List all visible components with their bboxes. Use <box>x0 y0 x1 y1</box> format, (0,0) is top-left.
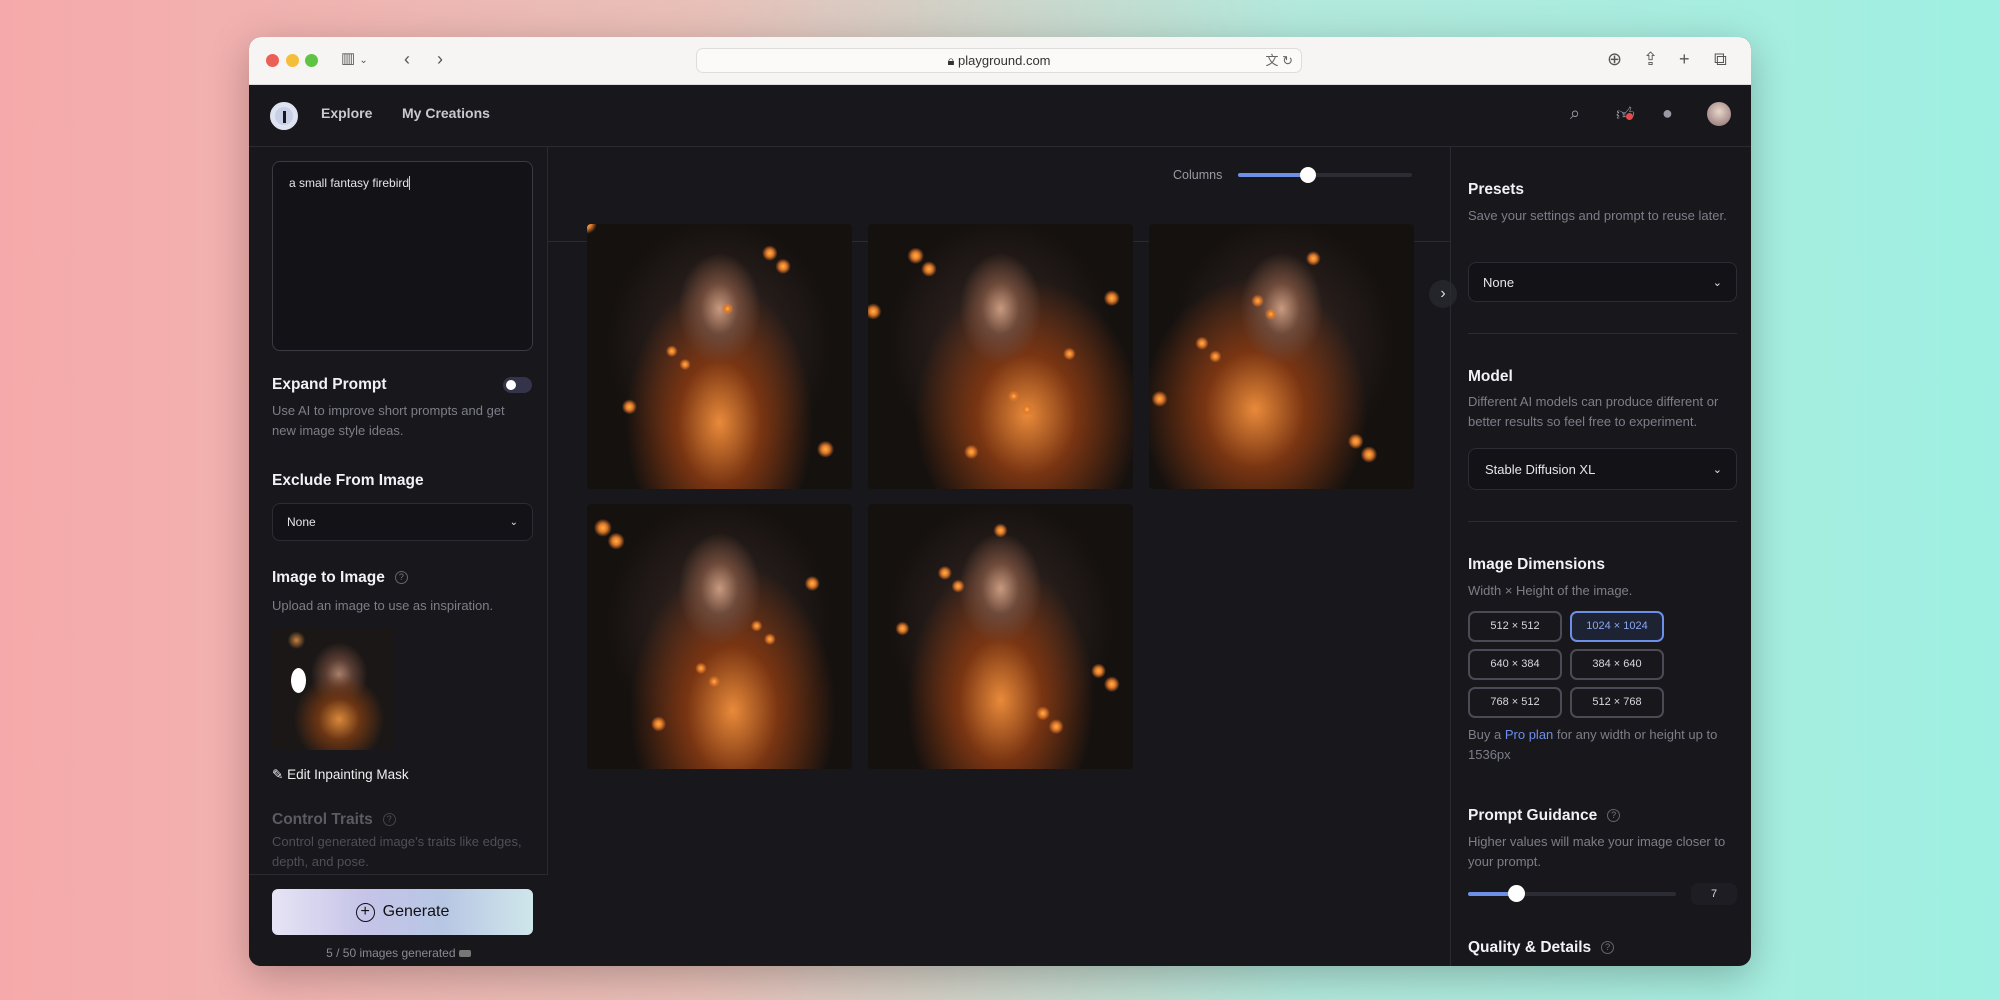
dimension-option[interactable]: 1024 × 1024 <box>1570 611 1664 642</box>
new-tab-icon[interactable]: + <box>1679 49 1690 70</box>
exclude-value: None <box>287 515 316 529</box>
generate-button[interactable]: + Generate <box>272 889 533 935</box>
dimension-option[interactable]: 768 × 512 <box>1468 687 1562 718</box>
prompt-text: a small fantasy firebird <box>289 176 410 190</box>
columns-label: Columns <box>1173 168 1223 182</box>
chevron-down-icon: ⌄ <box>1712 463 1722 476</box>
columns-slider[interactable] <box>1238 167 1412 183</box>
guidance-slider[interactable] <box>1468 885 1676 902</box>
traits-text: Control Traits <box>272 811 373 828</box>
guidance-value[interactable]: 7 <box>1691 883 1737 905</box>
quality-text: Quality & Details <box>1468 939 1592 956</box>
columns-slider-fill <box>1238 173 1308 177</box>
generated-image[interactable] <box>587 224 852 489</box>
expand-prompt-desc: Use AI to improve short prompts and get … <box>272 403 505 438</box>
expand-prompt-toggle[interactable] <box>503 377 532 393</box>
control-traits-title: Control Traits? <box>272 811 396 829</box>
count-text: 5 / 50 images generated <box>326 946 456 960</box>
app-header: Explore My Creations ⌕ 👍︎ ● <box>249 85 1751 147</box>
mask-blob <box>291 668 306 693</box>
generate-label: Generate <box>382 903 450 920</box>
pro-pre: Buy a <box>1468 727 1505 742</box>
guidance-slider-thumb[interactable] <box>1508 885 1525 902</box>
like-icon[interactable]: 👍︎ <box>1616 103 1635 125</box>
lock-icon: 🔒︎ <box>947 53 955 68</box>
prompt-textarea[interactable]: a small fantasy firebird <box>272 161 533 351</box>
pro-plan-note: Buy a Pro plan for any width or height u… <box>1468 725 1743 765</box>
url-text: playground.com <box>958 53 1051 68</box>
reload-icon[interactable]: 文 ↻ <box>1265 49 1293 72</box>
i2i-desc: Upload an image to use as inspiration. <box>272 598 494 613</box>
dimension-option[interactable]: 640 × 384 <box>1468 649 1562 680</box>
download-icon[interactable]: ⊕ <box>1607 49 1622 70</box>
notification-dot <box>1626 113 1633 120</box>
chat-icon[interactable]: ● <box>1662 103 1673 124</box>
avatar[interactable] <box>1707 102 1731 126</box>
i2i-title-text: Image to Image <box>272 569 385 586</box>
chevron-down-icon: ⌄ <box>509 516 518 528</box>
maximize-button[interactable] <box>305 54 318 67</box>
tabs-icon[interactable]: ⧉ <box>1714 49 1727 70</box>
address-bar[interactable]: 🔒︎ playground.com 文 ↻ <box>696 48 1302 73</box>
minimize-button[interactable] <box>286 54 299 67</box>
generated-image[interactable] <box>587 504 852 769</box>
chevron-down-icon: ⌄ <box>1712 276 1722 289</box>
help-icon[interactable]: ? <box>394 571 408 585</box>
exclude-select[interactable]: None ⌄ <box>272 503 533 541</box>
edit-mask-text: Edit Inpainting Mask <box>287 767 409 782</box>
close-button[interactable] <box>266 54 279 67</box>
model-select[interactable]: Stable Diffusion XL ⌄ <box>1468 448 1737 490</box>
model-value: Stable Diffusion XL <box>1485 461 1596 477</box>
guidance-title: Prompt Guidance? <box>1468 807 1621 825</box>
guidance-desc: Higher values will make your image close… <box>1468 834 1726 869</box>
edit-mask-link[interactable]: ✎ Edit Inpainting Mask <box>272 767 409 783</box>
dimension-option[interactable]: 512 × 512 <box>1468 611 1562 642</box>
divider <box>1468 521 1737 522</box>
generated-image[interactable] <box>868 504 1133 769</box>
guidance-text: Prompt Guidance <box>1468 807 1598 824</box>
search-icon[interactable]: ⌕ <box>1570 103 1580 124</box>
columns-slider-thumb[interactable] <box>1299 167 1316 183</box>
right-panel: Presets Save your settings and prompt to… <box>1450 147 1751 966</box>
browser-window: ▥ ⌄ ‹ › 🔒︎ playground.com 文 ↻ ⊕ ⇪ + ⧉ Exp… <box>249 37 1751 966</box>
nav-explore[interactable]: Explore <box>321 105 372 121</box>
generated-image[interactable] <box>1149 224 1414 489</box>
brush-icon: ✎ <box>272 767 284 782</box>
presets-title: Presets <box>1468 181 1525 198</box>
dims-desc: Width × Height of the image. <box>1468 583 1633 598</box>
nav-my-creations[interactable]: My Creations <box>402 105 490 121</box>
generation-count: 5 / 50 images generated <box>249 946 548 960</box>
help-icon[interactable]: ? <box>1601 941 1615 955</box>
plus-circle-icon: + <box>355 902 375 922</box>
dimension-option[interactable]: 512 × 768 <box>1570 687 1664 718</box>
image-to-image-title: Image to Image? <box>272 569 408 587</box>
generated-image[interactable] <box>868 224 1133 489</box>
browser-toolbar: ▥ ⌄ ‹ › 🔒︎ playground.com 文 ↻ ⊕ ⇪ + ⧉ <box>249 37 1751 85</box>
dims-title: Image Dimensions <box>1468 556 1605 573</box>
model-desc: Different AI models can produce differen… <box>1468 394 1719 429</box>
share-icon[interactable]: ⇪ <box>1643 49 1658 70</box>
help-icon[interactable]: ? <box>382 813 396 827</box>
model-title: Model <box>1468 368 1513 385</box>
dimension-option[interactable]: 384 × 640 <box>1570 649 1664 680</box>
left-panel: a small fantasy firebird Expand Prompt U… <box>249 147 548 966</box>
pro-plan-link[interactable]: Pro plan <box>1505 727 1553 742</box>
image-grid <box>587 224 1417 784</box>
logo[interactable] <box>270 102 298 130</box>
input-image-thumbnail[interactable] <box>272 628 394 750</box>
sidebar-icon[interactable]: ▥ ⌄ <box>341 49 368 67</box>
forward-icon[interactable]: › <box>437 49 443 70</box>
presets-value: None <box>1483 274 1515 290</box>
presets-select[interactable]: None ⌄ <box>1468 262 1737 302</box>
keyboard-icon <box>458 950 471 957</box>
expand-prompt-title: Expand Prompt <box>272 376 387 393</box>
control-traits-desc: Control generated image's traits like ed… <box>272 834 522 869</box>
help-icon[interactable]: ? <box>1607 809 1621 823</box>
exclude-title: Exclude From Image <box>272 472 424 489</box>
quality-title: Quality & Details? <box>1468 939 1615 957</box>
divider <box>1468 333 1737 334</box>
presets-desc: Save your settings and prompt to reuse l… <box>1468 208 1727 223</box>
back-icon[interactable]: ‹ <box>404 49 410 70</box>
